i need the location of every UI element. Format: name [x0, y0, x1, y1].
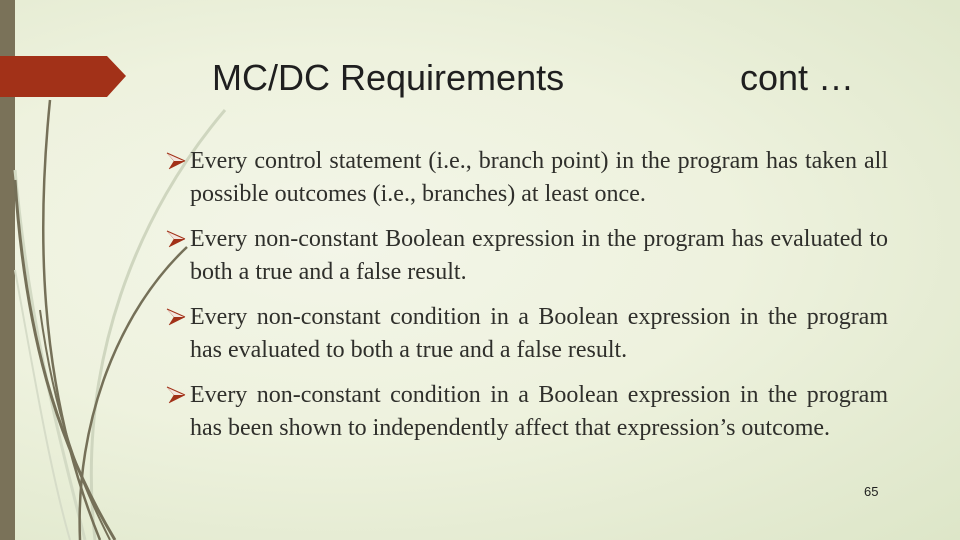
arrowhead-bullet-icon — [166, 230, 186, 248]
decor-curve-light-2 — [13, 169, 87, 540]
bullet-text: Every non-constant condition in a Boolea… — [190, 304, 888, 363]
bullet-text: Every control statement (i.e., branch po… — [190, 148, 888, 207]
bullet-text: Every non-constant Boolean expression in… — [190, 226, 888, 285]
decor-curve-light-3 — [14, 269, 71, 540]
bullet-item: Every non-constant condition in a Boolea… — [166, 379, 888, 445]
bullet-list: Every control statement (i.e., branch po… — [166, 145, 888, 457]
decor-curve-dark-2 — [13, 179, 117, 540]
slide: MC/DC Requirements cont … Every control … — [0, 0, 960, 540]
bullet-item: Every control statement (i.e., branch po… — [166, 145, 888, 211]
bullet-text: Every non-constant condition in a Boolea… — [190, 382, 888, 441]
decor-curve-dark-1 — [41, 99, 102, 540]
slide-title-continued: cont … — [740, 57, 855, 98]
decor-curve-dark-4 — [39, 309, 111, 540]
arrowhead-bullet-icon — [166, 386, 186, 404]
title-arrow-banner — [0, 56, 126, 97]
arrowhead-bullet-icon — [166, 152, 186, 170]
bullet-item: Every non-constant condition in a Boolea… — [166, 301, 888, 367]
arrowhead-bullet-icon — [166, 308, 186, 326]
slide-title: MC/DC Requirements — [212, 57, 565, 98]
page-number: 65 — [864, 484, 879, 499]
bullet-item: Every non-constant Boolean expression in… — [166, 223, 888, 289]
